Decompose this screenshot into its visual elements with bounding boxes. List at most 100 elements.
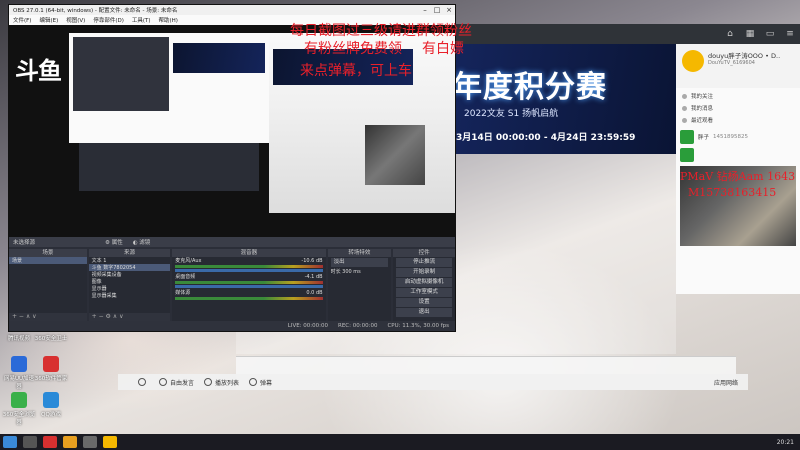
sources-dock: 来源 文本 1 斗鱼 数字7802054 视频采集设备 图像 显示器 显示器采集… bbox=[88, 249, 171, 321]
folder-icon[interactable] bbox=[63, 436, 77, 448]
menu-item-following[interactable]: 我的关注 bbox=[682, 90, 794, 102]
follow-item[interactable] bbox=[676, 146, 800, 164]
overlay-contact-2: M15738163415 bbox=[688, 186, 777, 199]
user-id: DouYuTV_6169604 bbox=[708, 60, 755, 66]
start-record-button[interactable]: 开始录制 bbox=[396, 268, 452, 277]
user-nickname: douyu胖子涛OOO • D.. bbox=[708, 52, 781, 60]
menu-edit[interactable]: 编辑(E) bbox=[39, 16, 58, 24]
settings-button[interactable]: 设置 bbox=[396, 298, 452, 307]
mixer-channel: 桌面音频 -4.1 dB bbox=[175, 273, 323, 281]
controls-title: 控件 bbox=[393, 249, 455, 257]
minimize-icon[interactable]: – bbox=[419, 6, 431, 14]
obs-title-bar: OBS 27.0.1 (64-bit, windows) - 配置文件: 未命名… bbox=[9, 5, 455, 15]
scene-item[interactable]: 场景 bbox=[9, 257, 87, 264]
taskbar: 20:21 bbox=[0, 434, 800, 450]
source-controls[interactable]: + − ⚙ ∧ ∨ bbox=[88, 313, 171, 321]
exit-button[interactable]: 退出 bbox=[396, 308, 452, 317]
overlay-line-4: 来点弹幕，可上车 bbox=[300, 63, 412, 79]
sources-title: 来源 bbox=[88, 249, 171, 257]
nested-obs-docks bbox=[79, 143, 259, 191]
source-item[interactable]: 视频采集设备 bbox=[89, 271, 171, 278]
scenes-title: 场景 bbox=[9, 249, 87, 257]
tv-icon[interactable]: ▭ bbox=[760, 24, 780, 44]
studio-mode-button[interactable]: 工作室模式 bbox=[396, 288, 452, 297]
home-icon[interactable]: ⌂ bbox=[720, 24, 740, 44]
duration-row: 时长 300 ms bbox=[330, 268, 361, 276]
mixer-title: 混音器 bbox=[172, 249, 326, 257]
toolbar-playlist[interactable]: 播放列表 bbox=[204, 378, 239, 387]
volume-slider[interactable] bbox=[175, 285, 323, 288]
source-item[interactable]: 图像 bbox=[89, 278, 171, 285]
volume-meter[interactable] bbox=[175, 297, 323, 300]
live-status: LIVE: 00:00:00 bbox=[287, 323, 328, 329]
toolbar-free-speech[interactable]: 自由发言 bbox=[159, 378, 194, 387]
source-item[interactable]: 显示器 bbox=[89, 285, 171, 292]
desktop-icon-360-manager[interactable]: 360软件管家 bbox=[34, 356, 68, 382]
app-icon[interactable] bbox=[43, 436, 57, 448]
user-header: douyu胖子涛OOO • D.. DouYuTV_6169604 bbox=[676, 44, 800, 88]
menu-file[interactable]: 文件(F) bbox=[13, 16, 31, 24]
volume-meter[interactable] bbox=[175, 281, 323, 284]
mail-icon bbox=[682, 105, 687, 111]
menu-icon[interactable]: ≡ bbox=[780, 24, 800, 44]
chat-icon bbox=[159, 378, 167, 386]
stop-stream-button[interactable]: 停止推流 bbox=[396, 258, 452, 267]
channel-avatar bbox=[680, 148, 694, 162]
menu-item-recent[interactable]: 最近观看 bbox=[682, 114, 794, 126]
douyu-icon[interactable] bbox=[103, 436, 117, 448]
scenes-dock: 场景 场景 + − ∧ ∨ bbox=[9, 249, 87, 321]
menu-view[interactable]: 视图(V) bbox=[66, 16, 85, 24]
overlay-line-1: 每日截图过三级请进群领粉丝 bbox=[290, 23, 472, 39]
clock: 20:21 bbox=[776, 438, 794, 446]
source-item[interactable]: 斗鱼 数字7802054 bbox=[88, 264, 171, 271]
volume-slider[interactable] bbox=[175, 269, 323, 272]
scene-controls[interactable]: + − ∧ ∨ bbox=[9, 313, 87, 321]
desktop-icon-360-browser[interactable]: 360安全浏览器 bbox=[2, 392, 36, 426]
desktop-icon-uu[interactable]: 网易UU加速器 bbox=[2, 356, 36, 390]
transitions-title: 转场特效 bbox=[327, 249, 392, 257]
virtual-camera-button[interactable]: 启动虚拟摄像机 bbox=[396, 278, 452, 287]
controls-dock: 控件 停止推流 开始录制 启动虚拟摄像机 工作室模式 设置 退出 bbox=[393, 249, 455, 321]
live-toolbar: 自由发言 播放列表 弹幕 应用网络 bbox=[118, 374, 748, 390]
desktop-icon-qq-game[interactable]: QQ游戏 bbox=[34, 392, 68, 418]
search-icon[interactable] bbox=[23, 436, 37, 448]
cpu-status: CPU: 11.3%, 30.00 fps bbox=[387, 323, 449, 329]
source-item[interactable]: 文本 1 bbox=[89, 257, 171, 264]
apply-network-button[interactable]: 应用网络 bbox=[714, 378, 738, 387]
mixer-channel: 麦克风/Aux -10.6 dB bbox=[175, 257, 323, 265]
source-item[interactable]: 显示器采集 bbox=[89, 292, 171, 299]
transition-select[interactable]: 淡出 bbox=[330, 258, 389, 267]
nested-browser bbox=[269, 33, 455, 213]
banner-subtitle: 2022文友 S1 扬帆启航 bbox=[464, 109, 559, 119]
obs-icon[interactable] bbox=[83, 436, 97, 448]
douyu-logo: 斗鱼 bbox=[15, 57, 62, 85]
no-source-label: 未选择源 bbox=[13, 240, 36, 246]
danmu-icon bbox=[249, 378, 258, 386]
volume-meter[interactable] bbox=[175, 265, 323, 268]
follow-id: 1451895825 bbox=[713, 134, 749, 140]
follow-name: 胖子 bbox=[698, 135, 710, 141]
obs-title: OBS 27.0.1 (64-bit, windows) - 配置文件: 未命名… bbox=[13, 8, 178, 14]
windows-start-icon[interactable] bbox=[3, 436, 17, 448]
menu-item-messages[interactable]: 我的消息 bbox=[682, 102, 794, 114]
menu-docks[interactable]: 停靠部件(D) bbox=[93, 16, 124, 24]
banner-date: 3月14日 00:00:00 - 4月24日 23:59:59 bbox=[456, 133, 636, 143]
filters-button[interactable]: ◐ 滤镜 bbox=[133, 238, 151, 246]
music-icon bbox=[204, 378, 213, 386]
avatar[interactable] bbox=[682, 50, 704, 72]
heart-icon bbox=[682, 93, 687, 99]
obs-status-bar: LIVE: 00:00:00 REC: 00:00:00 CPU: 11.3%,… bbox=[9, 321, 455, 331]
properties-button[interactable]: ⚙ 属性 bbox=[105, 238, 123, 246]
follow-item[interactable]: 胖子 1451895825 bbox=[676, 128, 800, 146]
grid-icon[interactable]: ▦ bbox=[740, 24, 760, 44]
menu-tools[interactable]: 工具(T) bbox=[132, 16, 151, 24]
close-icon[interactable]: × bbox=[443, 6, 455, 14]
mic-icon[interactable] bbox=[138, 378, 149, 386]
overlay-line-2: 有粉丝牌免费领 bbox=[304, 41, 402, 57]
maximize-icon[interactable]: □ bbox=[431, 6, 443, 14]
menu-help[interactable]: 帮助(H) bbox=[159, 16, 178, 24]
mixer-dock: 混音器 麦克风/Aux -10.6 dB 桌面音频 -4.1 dB 媒体源 0.0 d… bbox=[172, 249, 326, 321]
duration-input[interactable]: 300 ms bbox=[342, 269, 361, 275]
toolbar-danmu[interactable]: 弹幕 bbox=[249, 378, 272, 387]
transitions-dock: 转场特效 淡出 时长 300 ms bbox=[327, 249, 392, 321]
